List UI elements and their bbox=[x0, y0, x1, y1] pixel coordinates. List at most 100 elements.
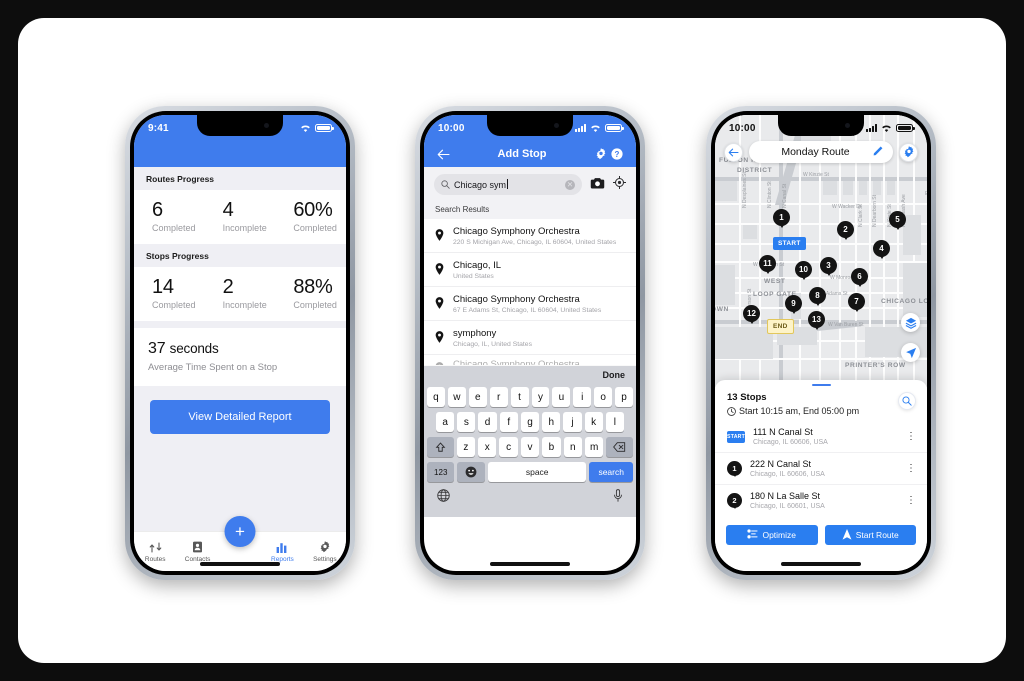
key-e[interactable]: e bbox=[468, 387, 487, 407]
stop-badge-1: 1 bbox=[727, 461, 742, 476]
camera-icon[interactable] bbox=[590, 176, 605, 194]
key-l[interactable]: l bbox=[605, 412, 624, 432]
map-pin-2[interactable]: 2 bbox=[837, 221, 854, 238]
map-pin-11[interactable]: 11 bbox=[759, 255, 776, 272]
key-o[interactable]: o bbox=[594, 387, 613, 407]
notch bbox=[197, 115, 283, 136]
key-h[interactable]: h bbox=[542, 412, 561, 432]
key-a[interactable]: a bbox=[436, 412, 455, 432]
contacts-icon bbox=[192, 541, 203, 554]
route-name-field[interactable]: Monday Route bbox=[749, 141, 893, 163]
layers-icon[interactable] bbox=[901, 313, 920, 332]
table-row[interactable]: 2 180 N La Salle St Chicago, IL 60601, U… bbox=[715, 485, 927, 516]
table-row[interactable]: START 111 N Canal St Chicago, IL 60606, … bbox=[715, 421, 927, 453]
key-s[interactable]: s bbox=[457, 412, 476, 432]
back-arrow-icon[interactable] bbox=[435, 149, 451, 160]
map-pin-5[interactable]: 5 bbox=[889, 211, 906, 228]
map-pin-12[interactable]: 12 bbox=[743, 305, 760, 322]
list-item[interactable]: Chicago Symphony Orchestra 220 S Michiga… bbox=[424, 219, 636, 253]
key-j[interactable]: j bbox=[563, 412, 582, 432]
key-w[interactable]: w bbox=[447, 387, 466, 407]
map-pin-6[interactable]: 6 bbox=[851, 268, 868, 285]
globe-key-icon[interactable] bbox=[437, 489, 450, 507]
key-f[interactable]: f bbox=[499, 412, 518, 432]
tab-routes[interactable]: Routes bbox=[134, 541, 176, 563]
shift-key-icon[interactable] bbox=[426, 437, 454, 457]
key-r[interactable]: r bbox=[489, 387, 508, 407]
stop-address: Chicago, IL 60606, USA bbox=[753, 439, 828, 446]
key-i[interactable]: i bbox=[573, 387, 592, 407]
sheet-actions: Optimize Start Route bbox=[715, 516, 927, 545]
stat-label: Completed bbox=[293, 223, 337, 233]
key-v[interactable]: v bbox=[520, 437, 540, 457]
pencil-icon[interactable] bbox=[873, 143, 884, 161]
key-p[interactable]: p bbox=[615, 387, 634, 407]
list-item[interactable]: Chicago Symphony Orchestra 67 E Adams St… bbox=[424, 287, 636, 321]
key-u[interactable]: u bbox=[552, 387, 571, 407]
map-end-tag[interactable]: END bbox=[767, 319, 794, 334]
map-pin-10[interactable]: 10 bbox=[795, 261, 812, 278]
key-t[interactable]: t bbox=[510, 387, 529, 407]
row-menu-icon[interactable]: ⋮ bbox=[906, 463, 916, 473]
done-button[interactable]: Done bbox=[603, 370, 626, 380]
gear-icon[interactable] bbox=[899, 142, 918, 162]
map-pin-8[interactable]: 8 bbox=[809, 287, 826, 304]
backspace-key-icon[interactable] bbox=[606, 437, 634, 457]
map-label: W Van Buren St bbox=[828, 322, 864, 328]
map-pin-3[interactable]: 3 bbox=[820, 257, 837, 274]
stat-routes-completed: 6 Completed bbox=[134, 200, 205, 234]
search-input[interactable]: Chicago sym ✕ bbox=[434, 174, 582, 195]
emoji-key-icon[interactable] bbox=[457, 462, 485, 482]
tab-contacts[interactable]: Contacts bbox=[176, 541, 218, 563]
table-row[interactable]: 1 222 N Canal St Chicago, IL 60606, USA … bbox=[715, 453, 927, 485]
phone-bezel: 9:41 Routes Progress 6 Completed 4 Incom… bbox=[130, 111, 350, 575]
key-m[interactable]: m bbox=[584, 437, 604, 457]
mic-key-icon[interactable] bbox=[613, 489, 623, 507]
add-fab-button[interactable]: + bbox=[224, 516, 256, 547]
key-b[interactable]: b bbox=[542, 437, 561, 457]
optimize-button[interactable]: Optimize bbox=[726, 525, 818, 545]
map-pin-9[interactable]: 9 bbox=[785, 295, 802, 312]
key-n[interactable]: n bbox=[563, 437, 582, 457]
clear-icon[interactable]: ✕ bbox=[565, 179, 575, 190]
map-pin-4[interactable]: 4 bbox=[873, 240, 890, 257]
key-q[interactable]: q bbox=[426, 387, 445, 407]
view-detailed-report-button[interactable]: View Detailed Report bbox=[150, 400, 330, 434]
key-d[interactable]: d bbox=[478, 412, 497, 432]
stat-value: 60% bbox=[293, 199, 333, 221]
navigate-icon[interactable] bbox=[901, 343, 920, 362]
crosshair-icon[interactable] bbox=[612, 174, 627, 194]
key-k[interactable]: k bbox=[584, 412, 603, 432]
map-top-bar: Monday Route bbox=[715, 141, 927, 163]
wifi-icon bbox=[882, 125, 891, 132]
key-y[interactable]: y bbox=[531, 387, 550, 407]
list-item-partial[interactable]: Chicago Symphony Orchestra bbox=[424, 355, 636, 366]
route-map[interactable]: RIVER NORTH FULTON RIVER DISTRICT W Kinz… bbox=[715, 115, 927, 387]
help-icon[interactable]: ? bbox=[609, 148, 625, 160]
key-x[interactable]: x bbox=[478, 437, 497, 457]
gear-icon[interactable] bbox=[593, 148, 609, 160]
list-item-body: Chicago, IL United States bbox=[453, 260, 625, 280]
numbers-key[interactable]: 123 bbox=[427, 462, 455, 482]
tab-reports[interactable]: Reports bbox=[261, 541, 303, 563]
map-label: N Clark St bbox=[858, 204, 864, 227]
search-key[interactable]: search bbox=[589, 462, 633, 482]
list-item[interactable]: Chicago, IL United States bbox=[424, 253, 636, 287]
start-route-button[interactable]: Start Route bbox=[824, 525, 916, 545]
key-c[interactable]: c bbox=[499, 437, 518, 457]
back-arrow-icon[interactable] bbox=[724, 142, 743, 162]
search-results-header: Search Results bbox=[424, 202, 636, 219]
map-start-tag[interactable]: START bbox=[773, 237, 806, 250]
search-icon[interactable] bbox=[898, 392, 916, 410]
space-key[interactable]: space bbox=[487, 462, 587, 482]
row-menu-icon[interactable]: ⋮ bbox=[906, 431, 916, 441]
map-pin-7[interactable]: 7 bbox=[848, 293, 865, 310]
key-z[interactable]: z bbox=[456, 437, 476, 457]
tab-settings[interactable]: Settings bbox=[304, 541, 346, 563]
map-pin-13[interactable]: 13 bbox=[808, 311, 825, 328]
list-item[interactable]: symphony Chicago, IL, United States bbox=[424, 321, 636, 355]
map-pin-1[interactable]: 1 bbox=[773, 209, 790, 226]
key-g[interactable]: g bbox=[520, 412, 540, 432]
wifi-icon bbox=[301, 125, 310, 132]
row-menu-icon[interactable]: ⋮ bbox=[906, 495, 916, 505]
